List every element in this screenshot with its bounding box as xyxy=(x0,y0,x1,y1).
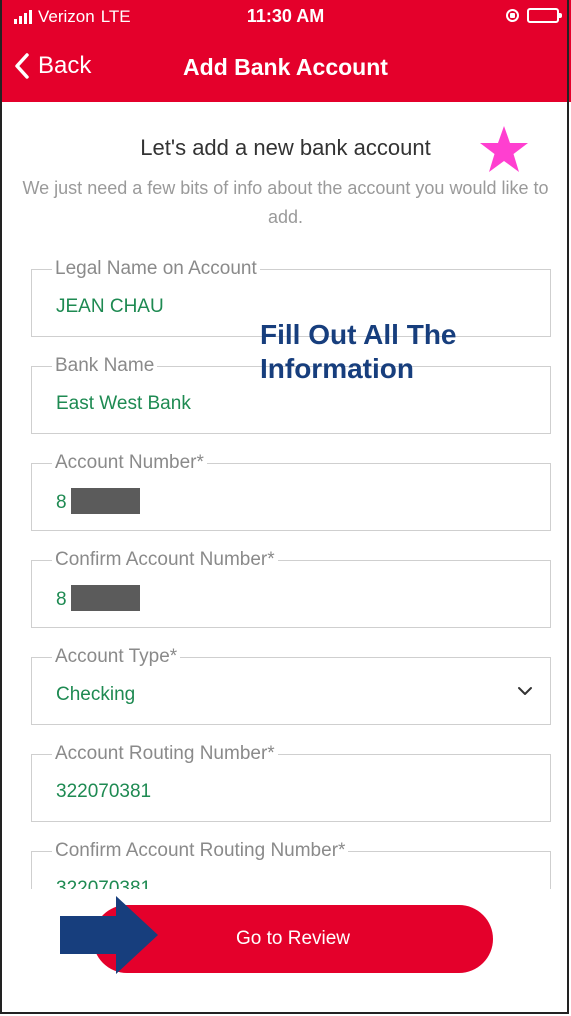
account-type-value: Checking xyxy=(56,684,136,705)
legal-name-label: Legal Name on Account xyxy=(52,258,260,280)
account-type-label: Account Type* xyxy=(52,646,181,668)
instruction-annotation: Fill Out All The Information xyxy=(260,319,457,384)
intro-subheading: We just need a few bits of info about th… xyxy=(22,178,549,227)
legal-name-value: JEAN CHAU xyxy=(56,296,164,317)
confirm-routing-number-field[interactable]: Confirm Account Routing Number* 32207038… xyxy=(31,840,551,889)
bank-name-label: Bank Name xyxy=(52,355,158,377)
confirm-routing-number-value: 322070381 xyxy=(56,878,152,889)
account-number-label: Account Number* xyxy=(52,452,207,474)
confirm-routing-number-label: Confirm Account Routing Number* xyxy=(52,840,349,862)
redaction-block xyxy=(70,585,140,611)
status-bar: Verizon LTE 11:30 AM xyxy=(0,0,571,34)
routing-number-value: 322070381 xyxy=(56,781,152,802)
bank-name-value: East West Bank xyxy=(56,393,191,414)
page-title: Add Bank Account xyxy=(183,54,388,80)
confirm-account-number-field[interactable]: Confirm Account Number* 8 xyxy=(31,549,551,628)
account-number-value: 8 xyxy=(56,488,140,516)
confirm-account-number-value: 8 xyxy=(56,585,140,613)
routing-number-label: Account Routing Number* xyxy=(52,743,278,765)
account-type-select[interactable]: Account Type* Checking xyxy=(31,646,551,725)
nav-bar: Back Add Bank Account xyxy=(0,34,571,102)
confirm-account-number-label: Confirm Account Number* xyxy=(52,549,278,571)
account-number-field[interactable]: Account Number* 8 xyxy=(31,452,551,531)
star-icon xyxy=(480,126,528,172)
redaction-block xyxy=(70,488,140,514)
screen-rotation-lock-icon xyxy=(506,9,519,22)
chevron-down-icon[interactable] xyxy=(516,684,534,698)
status-time: 11:30 AM xyxy=(246,6,325,26)
arrow-right-icon xyxy=(60,896,158,974)
battery-icon xyxy=(527,8,562,23)
routing-number-field[interactable]: Account Routing Number* 322070381 xyxy=(31,743,551,822)
